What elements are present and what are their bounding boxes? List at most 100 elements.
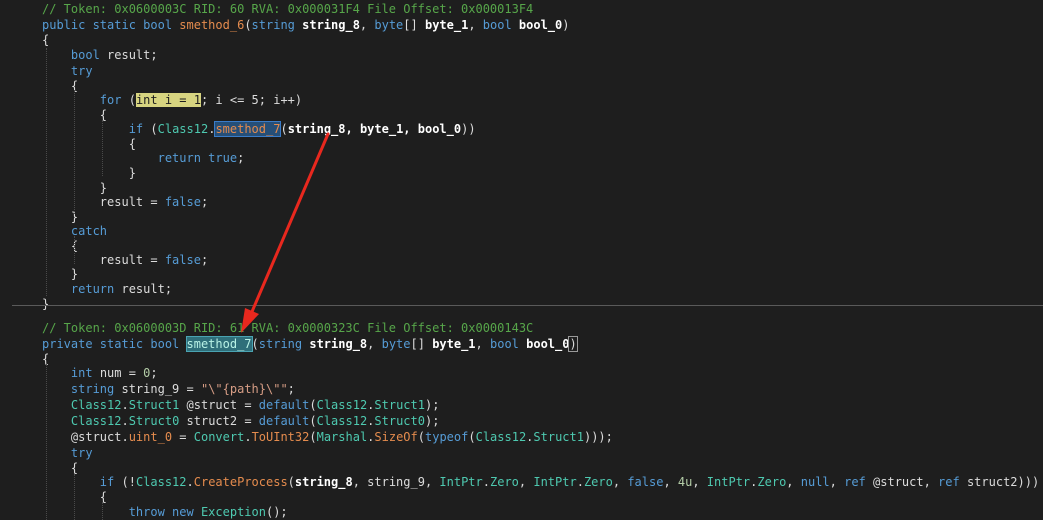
code-token: Class12 (135, 475, 187, 489)
code-line[interactable]: } (42, 296, 49, 312)
code-line[interactable]: bool result; (42, 47, 158, 63)
code-token: if (99, 475, 122, 489)
code-token: Struct1 (374, 398, 425, 412)
code-token: Class12 (316, 414, 368, 428)
code-token: @struct = (179, 398, 259, 412)
code-token: // Token: 0x0600003C RID: 60 RVA: 0x0000… (42, 2, 534, 16)
code-token: default (258, 398, 310, 412)
code-token: // Token: 0x0600003D RID: 61 RVA: 0x0000… (42, 321, 534, 335)
code-line[interactable]: // Token: 0x0600003C RID: 60 RVA: 0x0000… (42, 1, 533, 17)
code-line[interactable]: string string_9 = "\"{path}\""; (42, 381, 295, 397)
code-token: Class12 (475, 430, 527, 444)
code-token: } (42, 267, 79, 281)
code-token: (); (265, 505, 288, 519)
code-line[interactable]: public static bool smethod_6(string stri… (42, 17, 570, 33)
code-token: , (359, 18, 375, 32)
code-token: smethod_7 (214, 121, 282, 137)
code-token: ( (309, 414, 317, 428)
code-token: ref (844, 475, 874, 489)
code-token: Convert (193, 430, 245, 444)
code-token: IntPtr (706, 475, 751, 489)
code-editor[interactable]: // Token: 0x0600003C RID: 60 RVA: 0x0000… (0, 0, 1043, 520)
code-line[interactable]: int num = 0; (42, 365, 158, 381)
code-token: try (70, 64, 93, 78)
code-line[interactable]: } (42, 165, 136, 181)
code-line[interactable]: return result; (42, 281, 172, 297)
code-token: string_9 = (121, 382, 201, 396)
code-token: result; (107, 48, 158, 62)
code-line[interactable]: throw new Exception(); (42, 504, 288, 520)
code-token: bool (490, 337, 527, 351)
code-token: . (121, 414, 129, 428)
code-token: ( (150, 122, 158, 136)
code-line[interactable]: private static bool smethod_7(string str… (42, 336, 578, 352)
code-token: string (70, 382, 122, 396)
code-token: result = (42, 253, 165, 267)
code-token: result; (121, 282, 173, 296)
code-token: ))); (583, 430, 613, 444)
code-line[interactable]: try (42, 445, 93, 461)
code-token: return (70, 282, 122, 296)
code-token: Struct0 (374, 414, 425, 428)
code-token: . (244, 430, 252, 444)
code-token: Struct1 (128, 398, 180, 412)
code-line[interactable]: } (42, 266, 78, 282)
code-token: Class12 (70, 414, 122, 428)
code-token: Marshal (316, 430, 368, 444)
code-token: ref (938, 475, 967, 489)
method-separator (12, 305, 1043, 306)
code-token: ; (150, 366, 158, 380)
code-line[interactable]: { (42, 32, 49, 48)
code-line[interactable]: Class12.Struct0 struct2 = default(Class1… (42, 413, 440, 429)
code-token: (! (121, 475, 136, 489)
code-line[interactable]: try (42, 63, 93, 79)
code-line[interactable]: if (!Class12.CreateProcess(string_8, str… (42, 474, 1039, 490)
code-token: private static bool (42, 337, 187, 351)
code-line[interactable]: result = false; (42, 194, 208, 210)
code-token: [] (410, 337, 433, 351)
code-token: int i = 1 (135, 93, 201, 107)
code-token: Zero (583, 475, 613, 489)
code-token: byte (374, 18, 404, 32)
code-token: smethod_7 (185, 336, 253, 352)
code-token: , (692, 475, 707, 489)
code-token: ( (468, 430, 476, 444)
code-token: catch (70, 224, 108, 238)
code-token: { (42, 461, 79, 475)
code-token: , (468, 18, 483, 32)
code-token: byte_1 (424, 18, 469, 32)
code-token: bool (70, 48, 108, 62)
code-token: Class12 (157, 122, 209, 136)
code-token: return true (157, 151, 238, 165)
code-token: for (99, 93, 129, 107)
code-token: num = (99, 366, 144, 380)
code-token: ( (251, 337, 259, 351)
code-token: SizeOf (374, 430, 418, 444)
code-token: , (518, 475, 534, 489)
code-line[interactable]: @struct.uint_0 = Convert.ToUInt32(Marsha… (42, 429, 613, 445)
code-token: try (70, 446, 93, 460)
indent-guide (102, 502, 103, 520)
code-token: [] (403, 18, 425, 32)
code-token: result = (42, 195, 165, 209)
code-token: @struct. (42, 430, 129, 444)
code-line[interactable]: return true; (42, 150, 245, 166)
indent-guide (46, 364, 47, 520)
code-token: ; i <= 5; i++) (200, 93, 303, 107)
code-token: IntPtr (439, 475, 483, 489)
code-token: ( (287, 475, 295, 489)
code-line[interactable]: for (int i = 1; i <= 5; i++) (42, 92, 302, 108)
code-line[interactable]: // Token: 0x0600003D RID: 61 RVA: 0x0000… (42, 320, 533, 336)
code-line[interactable]: if (Class12.smethod_7(string_8, byte_1, … (42, 121, 476, 137)
code-line[interactable]: Class12.Struct1 @struct = default(Class1… (42, 397, 440, 413)
code-token: { (42, 79, 79, 93)
code-token: struct2 = (179, 414, 259, 428)
code-token: , (786, 475, 801, 489)
code-token: ( (309, 430, 317, 444)
code-token: } (42, 166, 136, 180)
code-token: ( (417, 430, 425, 444)
code-token: , (612, 475, 628, 489)
code-token: string_8 (294, 475, 353, 489)
code-token: IntPtr (533, 475, 577, 489)
